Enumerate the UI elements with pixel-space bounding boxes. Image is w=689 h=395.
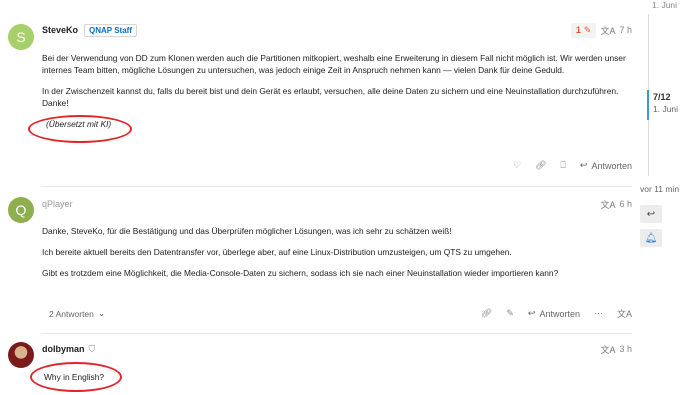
like-icon[interactable]: ♡ <box>513 160 521 171</box>
post-qplayer: Q qPlayer 文A 6 h Danke, SteveKo, für die… <box>0 187 632 332</box>
timeline-position: 7/12 <box>653 92 671 102</box>
username[interactable]: dolbyman <box>42 344 85 354</box>
username[interactable]: qPlayer <box>42 199 73 209</box>
translate-icon[interactable]: 文A <box>617 307 632 320</box>
post-body: Bei der Verwendung von DD zum Klonen wer… <box>42 52 632 139</box>
link-icon[interactable]: 🔗︎ <box>535 160 546 171</box>
reply-icon: ↩ <box>646 208 656 220</box>
post-paragraph: In der Zwischenzeit kannst du, falls du … <box>42 86 619 108</box>
translated-note: (Übersetzt mit KI) <box>46 119 112 129</box>
edit-history-button[interactable]: 1 ✎ <box>570 22 597 38</box>
pencil-icon: ✎ <box>583 24 592 35</box>
post-paragraph: Danke, SteveKo, für die Bestätigung und … <box>42 226 452 236</box>
translate-icon[interactable]: 文A <box>600 198 615 211</box>
show-replies-button[interactable]: 2 Antworten ⌄ <box>49 308 105 319</box>
timeline-last-activity[interactable]: vor 11 min <box>640 184 679 194</box>
post-meta: 1 ✎ 文A 7 h <box>570 22 632 38</box>
more-icon[interactable]: ⋯ <box>594 308 603 319</box>
translate-icon[interactable]: 文A <box>600 343 615 356</box>
post-header: dolbyman ⛉ 文A 3 h <box>42 340 632 358</box>
chevron-down-icon: ⌄ <box>97 308 106 318</box>
topic-timeline: 1. Juni 7/12 1. Juni vor 11 min ↩ 🔔︎ <box>636 0 689 395</box>
reply-topic-button[interactable]: ↩ <box>640 205 662 223</box>
timeline-start-date[interactable]: 1. Juni <box>652 0 677 10</box>
username[interactable]: SteveKo <box>42 25 78 35</box>
link-icon[interactable]: 🔗︎ <box>481 308 492 319</box>
avatar[interactable] <box>8 342 34 368</box>
avatar[interactable]: Q <box>8 197 34 223</box>
shield-icon: ⛉ <box>88 343 96 354</box>
post-meta: 文A 6 h <box>600 198 632 211</box>
bell-icon: 🔔︎ <box>644 232 658 244</box>
post-time[interactable]: 3 h <box>619 344 632 354</box>
post-paragraph: Ich bereite aktuell bereits den Datentra… <box>42 247 512 257</box>
pencil-icon[interactable]: ✎ <box>506 308 514 319</box>
post-actions: 🔗︎ ✎ ↩ Antworten ⋯ 文A <box>481 307 632 320</box>
timeline-position-date: 1. Juni <box>653 104 679 114</box>
reply-icon: ↩ <box>527 308 536 318</box>
staff-badge[interactable]: QNAP Staff <box>84 23 137 37</box>
timeline-handle[interactable] <box>647 90 649 120</box>
notification-button[interactable]: 🔔︎ <box>640 229 662 247</box>
post-paragraph: Gibt es trotzdem eine Möglichkeit, die M… <box>42 268 559 278</box>
post-header: SteveKo QNAP Staff 1 ✎ 文A 7 h <box>42 21 632 39</box>
post-paragraph: Why in English? <box>44 372 105 382</box>
post-dolbyman: dolbyman ⛉ 文A 3 h Why in English? <box>0 334 632 395</box>
post-stevekO: S SteveKo QNAP Staff 1 ✎ 文A 7 h Bei der … <box>0 0 632 185</box>
post-meta: 文A 3 h <box>600 343 632 356</box>
post-body: Why in English? <box>42 371 632 392</box>
post-time[interactable]: 6 h <box>619 199 632 209</box>
post-paragraph: Bei der Verwendung von DD zum Klonen wer… <box>42 53 626 75</box>
reply-button[interactable]: ↩ Antworten <box>528 308 580 319</box>
post-actions: ♡ 🔗︎ ⎕ ↩ Antworten <box>513 160 632 171</box>
translate-icon[interactable]: 文A <box>600 24 615 37</box>
reply-icon: ↩ <box>579 160 588 170</box>
post-header: qPlayer 文A 6 h <box>42 195 632 213</box>
reply-button[interactable]: ↩ Antworten <box>580 160 632 171</box>
bookmark-icon[interactable]: ⎕ <box>561 160 566 171</box>
post-body: Danke, SteveKo, für die Bestätigung und … <box>42 225 632 288</box>
post-time[interactable]: 7 h <box>619 25 632 35</box>
avatar[interactable]: S <box>8 24 34 50</box>
